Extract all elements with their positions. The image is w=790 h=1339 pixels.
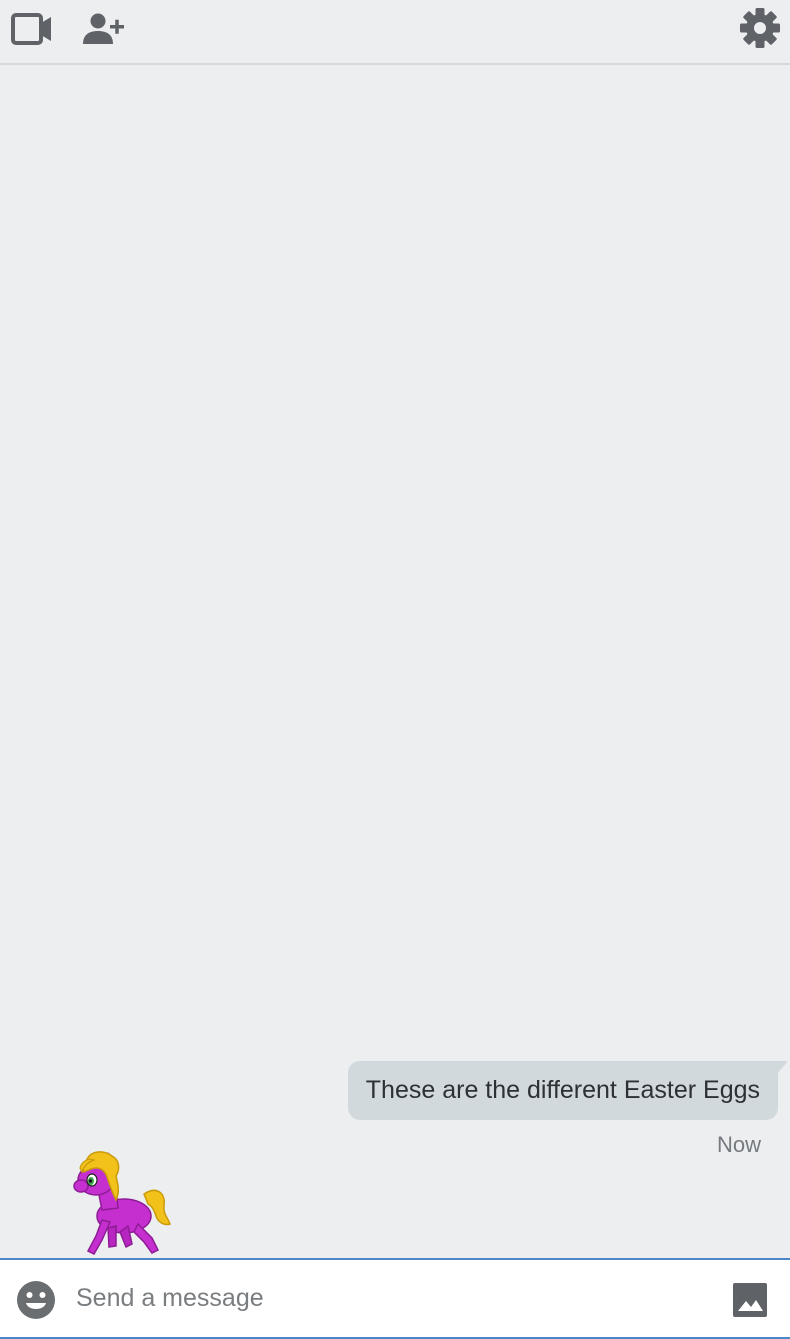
emoji-button[interactable]	[16, 1280, 56, 1320]
settings-button[interactable]	[739, 7, 781, 49]
add-person-button[interactable]	[82, 12, 126, 46]
gear-icon	[740, 8, 780, 48]
chat-app: These are the different Easter Eggs Now	[0, 0, 790, 1339]
message-composer	[0, 1258, 790, 1339]
image-icon	[733, 1283, 767, 1317]
message-text: These are the different Easter Eggs	[365, 1076, 760, 1104]
message-input[interactable]	[76, 1274, 696, 1322]
message-list[interactable]: These are the different Easter Eggs Now	[0, 65, 790, 1258]
message-timestamp: Now	[716, 1132, 761, 1157]
top-toolbar	[0, 0, 790, 65]
person-add-icon	[83, 13, 124, 44]
pony-easter-egg-image	[73, 1151, 171, 1255]
emoji-smile-icon	[17, 1281, 55, 1319]
video-call-button[interactable]	[10, 11, 54, 47]
message-bubble[interactable]: These are the different Easter Eggs	[347, 1061, 778, 1120]
video-camera-icon	[11, 13, 51, 45]
attach-image-button[interactable]	[731, 1281, 769, 1319]
